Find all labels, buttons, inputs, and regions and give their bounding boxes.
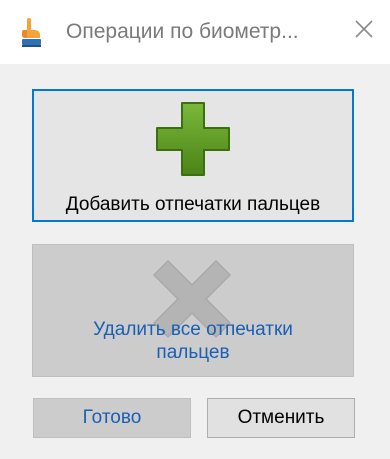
dialog-content: Добавить отпечатки пальцев Удалить все о… bbox=[0, 64, 390, 459]
biometric-operations-dialog: Операции по биометр... Добавить отпечатк… bbox=[0, 0, 390, 459]
window-title: Операции по биометр... bbox=[66, 20, 299, 43]
plus-icon bbox=[155, 101, 231, 177]
title-bar[interactable]: Операции по биометр... bbox=[0, 0, 390, 64]
cancel-button[interactable]: Отменить bbox=[207, 398, 355, 438]
close-icon[interactable] bbox=[352, 17, 376, 41]
add-fingerprints-button[interactable]: Добавить отпечатки пальцев bbox=[32, 89, 354, 222]
remove-all-fingerprints-button[interactable]: Удалить все отпечатки пальцев bbox=[32, 244, 354, 377]
remove-all-fingerprints-label: Удалить все отпечатки пальцев bbox=[93, 319, 293, 363]
done-button[interactable]: Готово bbox=[33, 398, 191, 438]
finger-icon bbox=[18, 18, 44, 48]
add-fingerprints-label: Добавить отпечатки пальцев bbox=[65, 194, 321, 215]
